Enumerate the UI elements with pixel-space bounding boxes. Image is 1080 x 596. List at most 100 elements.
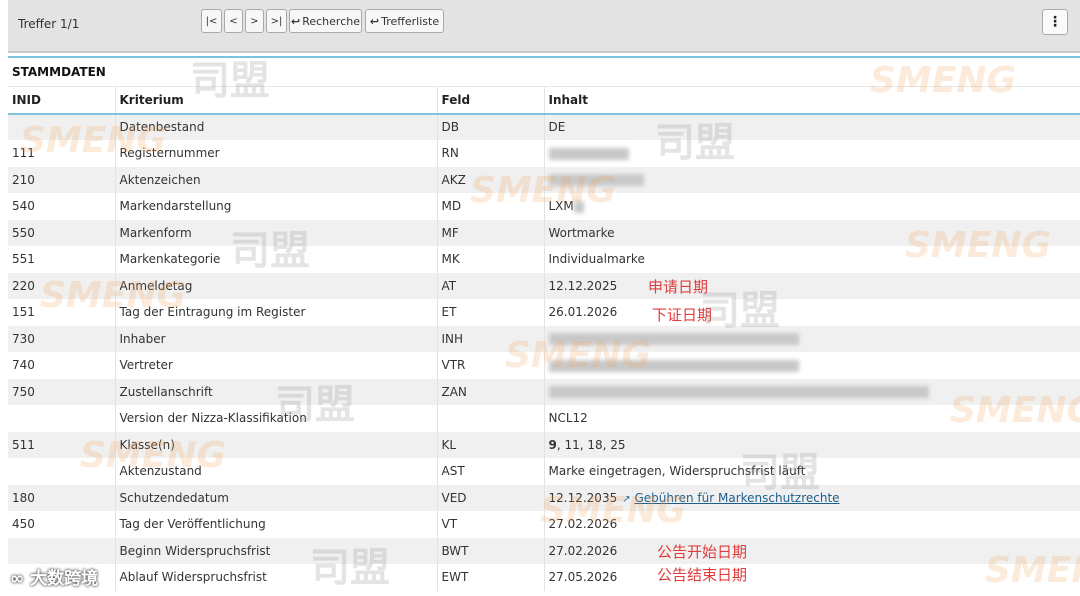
kebab-menu-icon[interactable]: ⋮ — [1042, 9, 1068, 35]
inid-cell: 450 — [12, 517, 35, 532]
table-row: 220 Anmeldetag AT 12.12.2025 — [8, 272, 1080, 299]
table-row: Ablauf Widerspruchsfrist EWT 27.05.2026 — [8, 564, 1080, 591]
inid-cell — [8, 405, 115, 432]
kriterium-cell: Beginn Widerspruchsfrist — [114, 537, 437, 564]
feld-cell: MF — [436, 219, 544, 246]
return-arrow-icon: ↩ — [291, 14, 301, 28]
inid-cell — [8, 114, 115, 141]
table-row: Datenbestand DB DE — [8, 113, 1080, 141]
inid-cell: 551 — [12, 252, 35, 267]
table-row: 180 Schutzendedatum VED 12.12.2035 ↗ Gebü… — [8, 484, 1080, 511]
other-classes: , 11, 18, 25 — [556, 437, 626, 452]
redacted-value — [548, 359, 799, 372]
registration-date-annotation: 下证日期 — [652, 306, 713, 324]
inhalt-cell — [543, 378, 1080, 405]
feld-cell: BWT — [436, 537, 544, 564]
kriterium-cell: Anmeldetag — [114, 272, 437, 299]
kriterium-cell: Zustellanschrift — [114, 378, 437, 405]
previous-hit-button[interactable]: < — [224, 9, 243, 33]
next-hit-button[interactable]: > — [245, 9, 264, 33]
feld-cell: VT — [436, 511, 544, 538]
recherche-label: Recherche — [302, 14, 360, 28]
feld-cell: AST — [436, 458, 544, 485]
table-row: Beginn Widerspruchsfrist BWT 27.02.2026 — [8, 537, 1080, 565]
inhalt-cell: 26.01.2026 — [543, 299, 1080, 326]
inid-cell: 210 — [12, 172, 35, 187]
protection-end-date: 12.12.2035 — [548, 490, 618, 505]
kriterium-cell: Version der Nizza-Klassifikation — [114, 405, 437, 432]
inid-cell: 511 — [12, 437, 35, 452]
table-row: 540 Markendarstellung MD LXM — [8, 193, 1080, 220]
table-row: 750 Zustellanschrift ZAN — [8, 378, 1080, 405]
publication-end-annotation: 公告结束日期 — [657, 566, 748, 584]
inhalt-cell: 12.12.2035 ↗ Gebühren für Markenschutzrec… — [543, 484, 1080, 511]
inid-cell — [8, 538, 115, 565]
recherche-button[interactable]: ↩ Recherche — [289, 9, 362, 33]
external-link-icon: ↗ — [622, 493, 631, 505]
kriterium-cell: Markenkategorie — [114, 246, 437, 273]
redacted-value — [548, 333, 799, 346]
table-row: 551 Markenkategorie MK Individualmarke — [8, 246, 1080, 273]
inhalt-cell: 12.12.2025 — [543, 272, 1080, 299]
return-arrow-icon: ↩ — [369, 14, 380, 28]
feld-cell: MD — [436, 193, 544, 220]
kriterium-cell: Tag der Eintragung im Register — [114, 299, 437, 326]
inhalt-cell: Marke eingetragen, Widerspruchsfrist läu… — [543, 458, 1080, 485]
inid-cell: 550 — [12, 225, 35, 240]
table-row: 511 Klasse(n) KL 9, 11, 18, 25 — [8, 431, 1080, 458]
table-row: 111 Registernummer RN — [8, 140, 1080, 167]
stammdaten-table: INID Kriterium Feld Inhalt Datenbestand … — [8, 86, 1080, 591]
table-row: Aktenzustand AST Marke eingetragen, Wide… — [8, 458, 1080, 485]
inid-cell: 111 — [12, 146, 35, 161]
kriterium-cell: Markendarstellung — [114, 193, 437, 220]
kriterium-cell: Inhaber — [114, 325, 437, 352]
inhalt-cell: 27.02.2026 — [543, 511, 1080, 538]
inhalt-cell: NCL12 — [543, 405, 1080, 432]
first-hit-button[interactable]: |< — [201, 9, 222, 33]
column-header-inhalt[interactable]: Inhalt — [543, 86, 1080, 115]
inid-cell: 730 — [12, 331, 35, 346]
table-row: 210 Aktenzeichen AKZ — [8, 166, 1080, 193]
column-header-kriterium[interactable]: Kriterium — [114, 86, 437, 115]
filing-date-annotation: 申请日期 — [648, 278, 709, 296]
redacted-value — [573, 200, 584, 213]
feld-cell: EWT — [436, 564, 544, 591]
hit-counter: Treffer 1/1 — [18, 17, 80, 31]
inhalt-cell: 27.02.2026 — [543, 537, 1080, 564]
inid-cell: 740 — [12, 358, 35, 373]
feld-cell: VTR — [436, 352, 544, 379]
feld-cell — [436, 405, 544, 432]
kriterium-cell: Ablauf Widerspruchsfrist — [114, 564, 437, 591]
column-header-feld[interactable]: Feld — [436, 86, 544, 115]
feld-cell: AKZ — [436, 166, 544, 193]
kriterium-cell: Klasse(n) — [114, 431, 437, 458]
publication-start-annotation: 公告开始日期 — [657, 543, 748, 561]
inhalt-cell: DE — [543, 113, 1080, 140]
inhalt-cell: Wortmarke — [543, 219, 1080, 246]
last-hit-button[interactable]: >| — [266, 9, 287, 33]
inhalt-cell — [543, 166, 1080, 193]
trefferliste-button[interactable]: ↩ Trefferliste — [365, 9, 444, 33]
inid-cell: 540 — [12, 199, 35, 214]
feld-cell: KL — [436, 431, 544, 458]
inid-cell: 220 — [12, 278, 35, 293]
redacted-value — [548, 386, 929, 399]
kriterium-cell: Vertreter — [114, 352, 437, 379]
feld-cell: ZAN — [436, 378, 544, 405]
inhalt-cell: 27.05.2026 — [543, 564, 1080, 591]
kriterium-cell: Markenform — [114, 219, 437, 246]
kriterium-cell: Registernummer — [114, 140, 437, 167]
feld-cell: DB — [436, 113, 544, 140]
column-header-inid[interactable]: INID — [8, 86, 115, 115]
fees-link[interactable]: Gebühren für Markenschutzrechte — [634, 491, 839, 505]
kriterium-cell: Aktenzeichen — [114, 166, 437, 193]
table-row: 550 Markenform MF Wortmarke — [8, 219, 1080, 246]
feld-cell: ET — [436, 299, 544, 326]
inhalt-cell: Individualmarke — [543, 246, 1080, 273]
feld-cell: INH — [436, 325, 544, 352]
toolbar: Treffer 1/1 |< < > >| ↩ Recherche ↩ Tref… — [8, 0, 1080, 53]
inhalt-cell: LXM — [543, 193, 1080, 220]
feld-cell: AT — [436, 272, 544, 299]
redacted-value — [548, 174, 644, 187]
feld-cell: VED — [436, 484, 544, 511]
